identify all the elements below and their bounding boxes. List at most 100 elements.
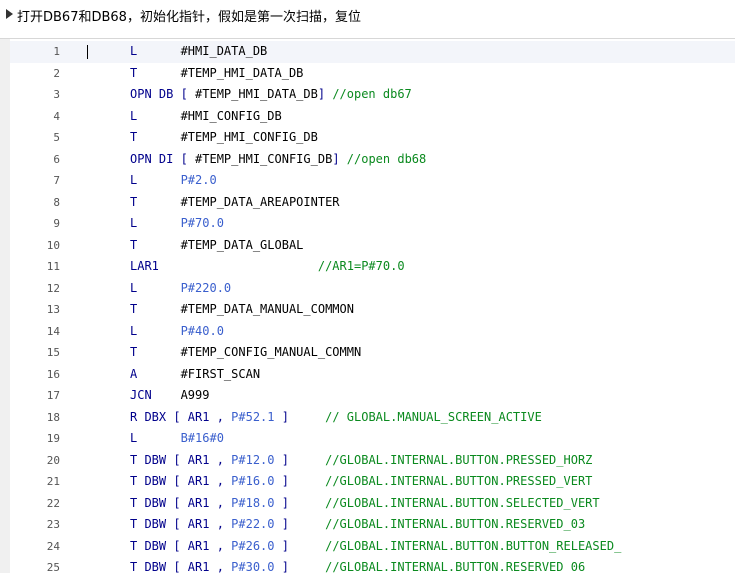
line-number: 1 <box>53 45 60 58</box>
code-line[interactable]: 13 T #TEMP_DATA_MANUAL_COMMON <box>10 299 735 321</box>
code-token: LAR1 <box>130 259 159 273</box>
code-editor[interactable]: 1 L #HMI_DATA_DB 2 T #TEMP_HMI_DATA_DB 3 OPN … <box>0 38 735 573</box>
code-line[interactable]: 17 JCN A999 <box>10 385 735 407</box>
code-token: #FIRST_SCAN <box>137 366 261 381</box>
code-token: P#18.0 <box>231 495 275 510</box>
code-token: ] <box>274 409 289 424</box>
code-text[interactable]: L P#2.0 <box>130 170 217 192</box>
code-line[interactable]: 1 L #HMI_DATA_DB <box>10 41 735 63</box>
code-line[interactable]: 24 T DBW [ AR1 , P#26.0 ] //GLOBAL.INTERN… <box>10 536 735 558</box>
code-token: #TEMP_CONFIG_MANUAL_COMMN <box>137 345 362 359</box>
expand-triangle-icon[interactable] <box>6 9 13 19</box>
code-line[interactable]: 4 L #HMI_CONFIG_DB <box>10 106 735 128</box>
code-line[interactable]: 18 R DBX [ AR1 , P#52.1 ] // GLOBAL.MANUA… <box>10 407 735 429</box>
code-token: //GLOBAL.INTERNAL.BUTTON.RESERVED_06 <box>288 560 586 573</box>
code-line[interactable]: 16 A #FIRST_SCAN <box>10 364 735 386</box>
line-number: 20 <box>46 453 60 467</box>
code-text[interactable]: L P#70.0 <box>130 213 224 235</box>
code-token: #TEMP_HMI_DATA_DB <box>195 87 318 101</box>
code-token: P#52.1 <box>231 409 275 424</box>
code-line[interactable]: 20 T DBW [ AR1 , P#12.0 ] //GLOBAL.INTERN… <box>10 450 735 472</box>
code-line[interactable]: 15 T #TEMP_CONFIG_MANUAL_COMMN <box>10 342 735 364</box>
code-token: //GLOBAL.INTERNAL.BUTTON.RESERVED_03 <box>288 517 586 531</box>
code-text[interactable]: A #FIRST_SCAN <box>130 364 260 386</box>
code-text[interactable]: T #TEMP_DATA_MANUAL_COMMON <box>130 299 354 321</box>
code-text[interactable]: T #TEMP_HMI_CONFIG_DB <box>130 127 318 149</box>
code-line[interactable]: 11 LAR1 //AR1=P#70.0 <box>10 256 735 278</box>
code-token: //GLOBAL.INTERNAL.BUTTON.BUTTON_RELEASED… <box>288 538 622 553</box>
line-number: 3 <box>53 88 60 101</box>
code-text[interactable]: T DBW [ AR1 , P#26.0 ] //GLOBAL.INTERNAL… <box>130 536 621 558</box>
code-line[interactable]: 2 T #TEMP_HMI_DATA_DB <box>10 63 735 85</box>
code-token: OPN DB [ <box>130 87 196 101</box>
code-line[interactable]: 10 T #TEMP_DATA_GLOBAL <box>10 235 735 257</box>
code-text[interactable]: OPN DB [ #TEMP_HMI_DATA_DB] //open db67 <box>130 84 412 106</box>
code-line[interactable]: 12 L P#220.0 <box>10 278 735 300</box>
code-text[interactable]: T #TEMP_HMI_DATA_DB <box>130 63 303 85</box>
code-line[interactable]: 14 L P#40.0 <box>10 321 735 343</box>
code-text[interactable]: JCN A999 <box>130 385 209 407</box>
code-line[interactable]: 9 L P#70.0 <box>10 213 735 235</box>
code-token: JCN <box>130 388 152 402</box>
code-text[interactable]: L #HMI_CONFIG_DB <box>130 106 282 128</box>
code-line[interactable]: 7 L P#2.0 <box>10 170 735 192</box>
line-number: 14 <box>46 324 60 338</box>
line-number: 7 <box>53 174 60 187</box>
code-token: #TEMP_DATA_AREAPOINTER <box>137 194 340 209</box>
code-token: T DBW [ AR1 , <box>130 538 232 553</box>
code-text[interactable]: L P#40.0 <box>130 321 224 343</box>
code-line[interactable]: 22 T DBW [ AR1 , P#18.0 ] //GLOBAL.INTERN… <box>10 493 735 515</box>
code-text[interactable]: OPN DI [ #TEMP_HMI_CONFIG_DB] //open db6… <box>130 149 426 171</box>
code-token: A999 <box>151 388 210 402</box>
code-token: #TEMP_HMI_DATA_DB <box>137 65 304 80</box>
code-token: #TEMP_DATA_GLOBAL <box>137 237 304 252</box>
code-line[interactable]: 19 L B#16#0 <box>10 428 735 450</box>
code-text[interactable]: L #HMI_DATA_DB <box>130 41 267 63</box>
code-text[interactable]: T #TEMP_CONFIG_MANUAL_COMMN <box>130 342 361 364</box>
code-token: #HMI_CONFIG_DB <box>137 108 282 123</box>
code-text[interactable]: T #TEMP_DATA_GLOBAL <box>130 235 303 257</box>
code-text[interactable]: L B#16#0 <box>130 428 224 450</box>
code-text[interactable]: T DBW [ AR1 , P#12.0 ] //GLOBAL.INTERNAL… <box>130 450 592 472</box>
code-text[interactable]: T DBW [ AR1 , P#16.0 ] //GLOBAL.INTERNAL… <box>130 471 592 493</box>
network-title: 打开DB67和DB68，初始化指针，假如是第一次扫描，复位 <box>17 10 361 25</box>
code-line[interactable]: 21 T DBW [ AR1 , P#16.0 ] //GLOBAL.INTERN… <box>10 471 735 493</box>
code-token: ] <box>317 87 333 101</box>
code-token: P#22.0 <box>231 517 275 531</box>
code-text[interactable]: T #TEMP_DATA_AREAPOINTER <box>130 192 340 214</box>
line-number: 23 <box>46 518 60 531</box>
code-text[interactable]: T DBW [ AR1 , P#18.0 ] //GLOBAL.INTERNAL… <box>130 493 600 515</box>
network-header[interactable]: 打开DB67和DB68，初始化指针，假如是第一次扫描，复位 <box>0 0 735 30</box>
code-text[interactable]: L P#220.0 <box>130 278 231 300</box>
code-token: T DBW [ AR1 , <box>130 452 232 467</box>
code-text[interactable]: LAR1 //AR1=P#70.0 <box>130 256 405 278</box>
code-text[interactable]: T DBW [ AR1 , P#22.0 ] //GLOBAL.INTERNAL… <box>130 514 585 536</box>
code-token: P#2.0 <box>137 173 217 187</box>
code-token: P#40.0 <box>137 323 224 338</box>
line-number: 2 <box>53 66 60 80</box>
code-token: P#12.0 <box>231 452 275 467</box>
code-token: // GLOBAL.MANUAL_SCREEN_ACTIVE <box>288 409 542 424</box>
code-token: //AR1=P#70.0 <box>158 259 405 273</box>
code-token: R DBX [ AR1 , <box>130 409 232 424</box>
code-token: //GLOBAL.INTERNAL.BUTTON.SELECTED_VERT <box>288 495 600 510</box>
code-token: P#30.0 <box>231 560 275 573</box>
code-text[interactable]: R DBX [ AR1 , P#52.1 ] // GLOBAL.MANUAL_… <box>130 407 542 429</box>
code-line[interactable]: 23 T DBW [ AR1 , P#22.0 ] //GLOBAL.INTERN… <box>10 514 735 536</box>
code-token: //open db68 <box>346 151 427 166</box>
code-token: T DBW [ AR1 , <box>130 517 232 531</box>
editor-gutter <box>0 39 10 573</box>
code-text[interactable]: T DBW [ AR1 , P#30.0 ] //GLOBAL.INTERNAL… <box>130 557 585 573</box>
code-line[interactable]: 5 T #TEMP_HMI_CONFIG_DB <box>10 127 735 149</box>
code-line[interactable]: 6 OPN DI [ #TEMP_HMI_CONFIG_DB] //open db… <box>10 149 735 171</box>
code-token: T DBW [ AR1 , <box>130 495 232 510</box>
code-token: P#220.0 <box>137 280 232 295</box>
code-token: T DBW [ AR1 , <box>130 560 232 573</box>
code-token: ] <box>274 474 289 488</box>
code-line[interactable]: 8 T #TEMP_DATA_AREAPOINTER <box>10 192 735 214</box>
code-line[interactable]: 25 T DBW [ AR1 , P#30.0 ] //GLOBAL.INTERN… <box>10 557 735 573</box>
line-number: 21 <box>46 475 60 488</box>
code-token: P#70.0 <box>137 216 224 230</box>
line-number: 25 <box>46 561 60 573</box>
code-line[interactable]: 3 OPN DB [ #TEMP_HMI_DATA_DB] //open db67 <box>10 84 735 106</box>
